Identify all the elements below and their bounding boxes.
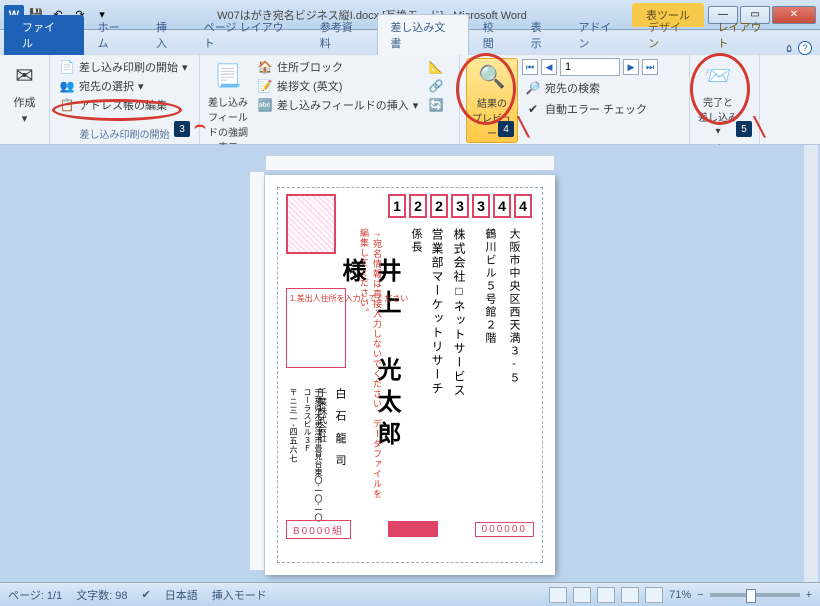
tab-design[interactable]: デザイン bbox=[636, 15, 704, 55]
sender-note: 1.差出人住所を入力してください bbox=[290, 293, 408, 304]
auto-check-errors-button[interactable]: ✔自動エラー チェック bbox=[522, 100, 658, 118]
search-icon: 🔎 bbox=[525, 80, 541, 96]
sender-address-1: 〒ニ三一-四五六七 bbox=[288, 388, 299, 528]
rules-button[interactable]: 📐 bbox=[425, 58, 447, 76]
tab-insert[interactable]: 挿入 bbox=[144, 15, 190, 55]
find-recipient-button[interactable]: 🔎宛先の検索 bbox=[522, 79, 658, 97]
match-fields-button[interactable]: 🔗 bbox=[425, 77, 447, 95]
zoom-out-button[interactable]: − bbox=[697, 589, 703, 601]
update-labels-button[interactable]: 🔄 bbox=[425, 96, 447, 114]
tab-review[interactable]: 校閲 bbox=[471, 15, 517, 55]
start-merge-button[interactable]: 📄差し込み印刷の開始▾ bbox=[56, 58, 191, 76]
tab-home[interactable]: ホーム bbox=[86, 15, 142, 55]
warning-text: →宛名情報は直接入力しないでください。データファイルを編集してください。 bbox=[358, 228, 384, 508]
recipient-address-1: 大阪市中央区西天満３-５ bbox=[506, 228, 522, 448]
addr-icon: 🏠 bbox=[257, 59, 273, 75]
recipient-company-2: 営業部マーケットリサーチ bbox=[429, 228, 446, 448]
arrow-4: ╲ bbox=[518, 117, 529, 138]
sender-company: 千葉株式会社 bbox=[316, 388, 329, 528]
document-area[interactable]: 1 2 2 3 3 4 4 大阪市中央区西天満３-５ 鶴川ビル５号館２階 株式会… bbox=[0, 145, 820, 582]
zip-boxes: 1 2 2 3 3 4 4 bbox=[388, 194, 532, 218]
tab-mailings[interactable]: 差し込み文書 bbox=[377, 14, 468, 55]
tab-page-layout[interactable]: ページ レイアウト bbox=[192, 15, 306, 55]
finish-icon: 📨 bbox=[702, 60, 734, 92]
stamp-area bbox=[286, 194, 336, 254]
step-badge-4: 4 bbox=[498, 121, 514, 137]
status-page[interactable]: ページ: 1/1 bbox=[8, 587, 62, 603]
barcode-left: B0000組 bbox=[286, 520, 351, 539]
recipient-title: 係長 bbox=[408, 228, 424, 288]
sender-name: 白 石 龍 司 bbox=[332, 388, 348, 528]
zoom-slider[interactable] bbox=[710, 593, 800, 597]
people-icon: 👥 bbox=[59, 78, 75, 94]
first-record-button[interactable]: ⏮ bbox=[522, 59, 538, 75]
step-badge-3: 3 bbox=[174, 121, 190, 137]
help-icon[interactable]: ? bbox=[798, 41, 812, 55]
highlight-fields-button[interactable]: 📃差し込みフィールドの強調表示 bbox=[206, 58, 250, 156]
tab-addin[interactable]: アドイン bbox=[566, 15, 634, 55]
tab-references[interactable]: 参考資料 bbox=[308, 15, 376, 55]
arrow-5: ╲ bbox=[754, 117, 765, 138]
recipient-company-1: 株式会社□ネットサービス bbox=[451, 228, 468, 448]
step-badge-5: 5 bbox=[736, 121, 752, 137]
highlight-icon: 📃 bbox=[212, 60, 244, 92]
prev-record-button[interactable]: ◀ bbox=[541, 59, 557, 75]
status-zoom[interactable]: 71% bbox=[669, 589, 691, 601]
record-number-input[interactable] bbox=[560, 58, 620, 76]
update-icon: 🔄 bbox=[428, 97, 444, 113]
edit-list-icon: 📋 bbox=[59, 97, 75, 113]
view-print-layout-button[interactable] bbox=[549, 587, 567, 603]
greet-icon: 📝 bbox=[257, 78, 273, 94]
status-proofing-icon[interactable]: ✔ bbox=[142, 588, 151, 601]
status-mode[interactable]: 挿入モード bbox=[212, 587, 267, 603]
recipient-address-2: 鶴川ビル５号館２階 bbox=[482, 228, 498, 448]
view-draft-button[interactable] bbox=[645, 587, 663, 603]
status-language[interactable]: 日本語 bbox=[165, 587, 198, 603]
insert-field-button[interactable]: 🔤差し込みフィールドの挿入▾ bbox=[254, 96, 421, 114]
select-recipients-button[interactable]: 👥宛先の選択▾ bbox=[56, 77, 191, 95]
finish-merge-button[interactable]: 📨完了と 差し込み▾ bbox=[696, 58, 740, 139]
next-record-button[interactable]: ▶ bbox=[623, 59, 639, 75]
field-icon: 🔤 bbox=[257, 97, 273, 113]
match-icon: 🔗 bbox=[428, 78, 444, 94]
create-button[interactable]: ✉作成▾ bbox=[6, 58, 43, 127]
rules-icon: 📐 bbox=[428, 59, 444, 75]
group-start-label: 差し込み印刷の開始 bbox=[56, 124, 193, 141]
postmark-icon bbox=[388, 521, 438, 537]
address-block-button[interactable]: 🏠住所ブロック bbox=[254, 58, 421, 76]
envelope-icon: ✉ bbox=[9, 60, 41, 92]
check-icon: ✔ bbox=[525, 101, 541, 117]
magnify-icon: 🔍 bbox=[476, 61, 508, 93]
view-outline-button[interactable] bbox=[621, 587, 639, 603]
doc-icon: 📄 bbox=[59, 59, 75, 75]
barcode-right: 000000 bbox=[475, 522, 534, 537]
horizontal-ruler[interactable] bbox=[265, 155, 555, 171]
edit-recipients-button[interactable]: 📋アドレス帳の編集 bbox=[56, 96, 191, 114]
tab-view[interactable]: 表示 bbox=[519, 15, 565, 55]
page[interactable]: 1 2 2 3 3 4 4 大阪市中央区西天満３-５ 鶴川ビル５号館２階 株式会… bbox=[265, 175, 555, 575]
tab-table-layout[interactable]: レイアウト bbox=[706, 15, 785, 55]
minimize-ribbon-icon[interactable]: ۵ bbox=[786, 42, 792, 55]
vertical-scrollbar[interactable] bbox=[803, 145, 818, 582]
status-words[interactable]: 文字数: 98 bbox=[76, 587, 127, 603]
dropdown-icon: ▾ bbox=[22, 112, 28, 125]
view-fullscreen-button[interactable] bbox=[573, 587, 591, 603]
view-web-button[interactable] bbox=[597, 587, 615, 603]
greeting-button[interactable]: 📝挨拶文 (英文) bbox=[254, 77, 421, 95]
last-record-button[interactable]: ⏭ bbox=[642, 59, 658, 75]
zoom-in-button[interactable]: + bbox=[806, 589, 812, 601]
vertical-ruler[interactable] bbox=[249, 171, 265, 571]
tab-file[interactable]: ファイル bbox=[4, 15, 84, 55]
